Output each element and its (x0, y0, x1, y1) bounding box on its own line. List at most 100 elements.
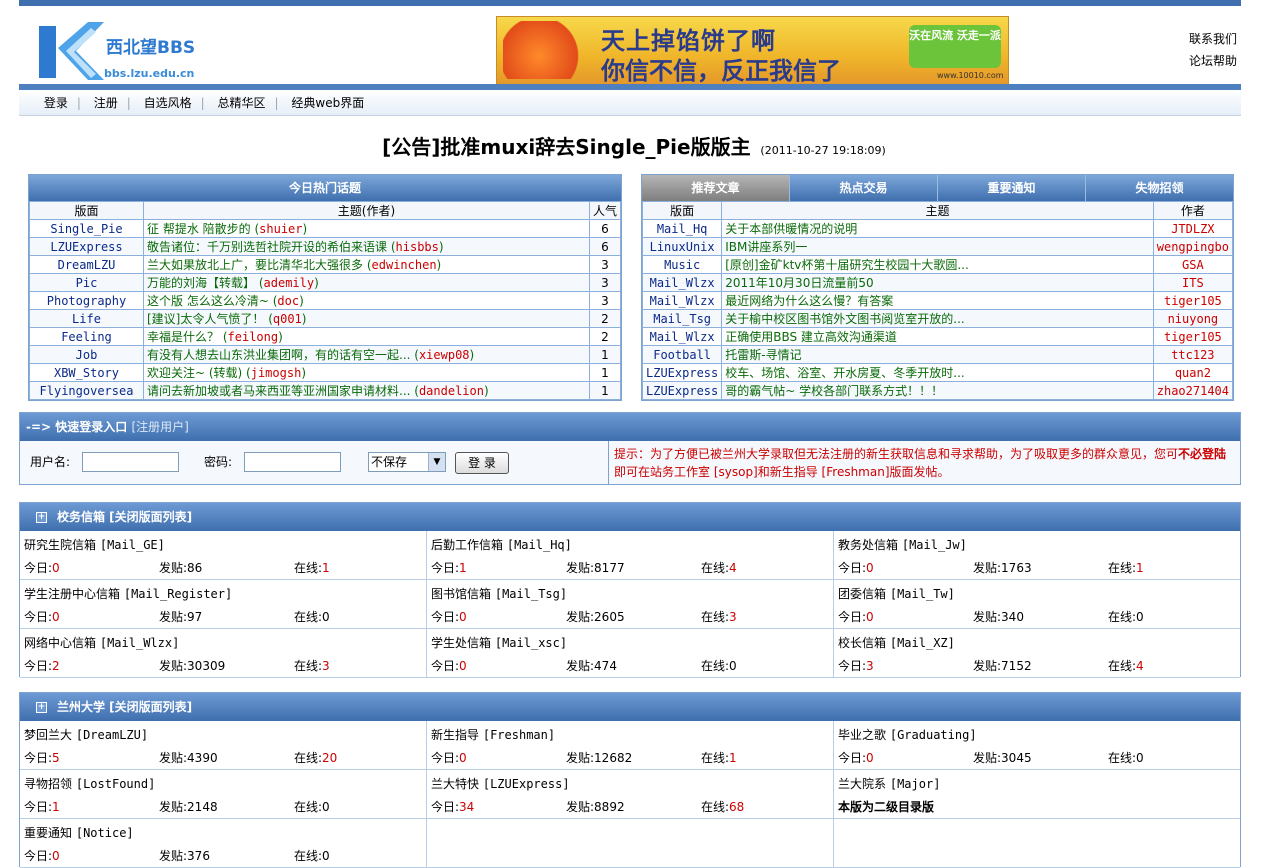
board-link[interactable]: Pic (29, 273, 144, 292)
board-name[interactable]: 兰大院系 [Major] (838, 775, 940, 792)
author-link[interactable]: JTDLZX (1152, 219, 1234, 238)
author-link[interactable]: dandelion (419, 384, 484, 398)
author-link[interactable]: niuyong (1152, 309, 1234, 328)
topic-link[interactable]: IBM讲座系列一 (721, 237, 1154, 256)
topic-link[interactable]: 托雷斯-寻情记 (721, 345, 1154, 364)
board-link[interactable]: Life (29, 309, 144, 328)
topic-link[interactable]: 请问去新加坡或者马来西亚等亚洲国家申请材料... (147, 384, 410, 398)
board-name[interactable]: 网络中心信箱 [Mail_Wlzx] (24, 634, 179, 651)
board-link[interactable]: LZUExpress (641, 381, 723, 400)
tab-trading[interactable]: 热点交易 (790, 175, 938, 201)
author-link[interactable]: tiger105 (1152, 291, 1234, 310)
board-id[interactable]: [Graduating] (890, 728, 977, 742)
section-mailboxes-bar[interactable]: + 校务信箱 [关闭版面列表] (20, 503, 1240, 531)
board-id[interactable]: [Mail_Register] (124, 587, 232, 601)
board-title[interactable]: 图书馆信箱 (431, 587, 491, 601)
topic-link[interactable]: 关于本部供暖情况的说明 (721, 219, 1154, 238)
board-link[interactable]: Photography (29, 291, 144, 310)
board-title[interactable]: 兰大特快 (431, 777, 479, 791)
site-logo[interactable]: 西北望BBS bbs.lzu.edu.cn (36, 18, 226, 84)
board-title[interactable]: 教务处信箱 (838, 538, 898, 552)
tab-lost-found[interactable]: 失物招领 (1086, 175, 1233, 201)
board-id[interactable]: [Mail_Tw] (890, 587, 955, 601)
expand-icon[interactable]: + (36, 512, 47, 523)
board-name[interactable]: 研究生院信箱 [Mail_GE] (24, 536, 165, 553)
board-link[interactable]: Mail_Tsg (641, 309, 723, 328)
topic-link[interactable]: 这个版 怎么这么冷清~ (147, 294, 269, 308)
topic-link[interactable]: 校车、场馆、浴室、开水房夏、冬季开放时... (721, 363, 1154, 382)
board-link[interactable]: LZUExpress (641, 363, 723, 382)
board-link[interactable]: DreamLZU (29, 255, 144, 274)
author-link[interactable]: doc (277, 294, 299, 308)
board-name[interactable]: 图书馆信箱 [Mail_Tsg] (431, 585, 567, 602)
tab-notices[interactable]: 重要通知 (938, 175, 1086, 201)
ad-banner[interactable]: 天上掉馅饼了啊 你信不信，反正我信了 沃在风流 沃走一派 www.10010.c… (496, 16, 1009, 85)
board-id[interactable]: [Major] (890, 777, 941, 791)
board-title[interactable]: 重要通知 (24, 826, 72, 840)
board-id[interactable]: [Freshman] (483, 728, 555, 742)
topic-link[interactable]: [原创]金矿ktv杯第十届研究生校园十大歌圆... (721, 255, 1154, 274)
save-login-select[interactable]: 不保存 ▼ (368, 452, 446, 472)
author-link[interactable]: zhao271404 (1152, 381, 1234, 400)
board-title[interactable]: 毕业之歌 (838, 728, 886, 742)
register-link[interactable]: [注册用户] (131, 420, 188, 434)
board-link[interactable]: XBW_Story (29, 363, 144, 382)
board-link[interactable]: Music (641, 255, 723, 274)
board-name[interactable]: 校长信箱 [Mail_XZ] (838, 634, 955, 651)
announcement-title[interactable]: [公告]批准muxi辞去Single_Pie版版主 (382, 135, 750, 159)
tab-recommended[interactable]: 推荐文章 (642, 175, 790, 201)
board-name[interactable]: 教务处信箱 [Mail_Jw] (838, 536, 967, 553)
author-link[interactable]: q001 (273, 312, 302, 326)
board-link[interactable]: Football (641, 345, 723, 364)
board-id[interactable]: [Mail_GE] (100, 538, 165, 552)
topic-link[interactable]: 哥的霸气帖~ 学校各部门联系方式！！！ (721, 381, 1154, 400)
board-link[interactable]: Mail_Wlzx (641, 273, 723, 292)
topic-link[interactable]: 关于榆中校区图书馆外文图书阅览室开放的... (721, 309, 1154, 328)
board-name[interactable]: 兰大特快 [LZUExpress] (431, 775, 570, 792)
author-link[interactable]: xiewp08 (419, 348, 470, 362)
topic-link[interactable]: 幸福是什么？ (147, 330, 219, 344)
topic-link[interactable]: 兰大如果放北上广，要比清华北大强很多 (147, 258, 363, 272)
board-name[interactable]: 重要通知 [Notice] (24, 824, 134, 841)
board-title[interactable]: 学生处信箱 (431, 636, 491, 650)
board-title[interactable]: 团委信箱 (838, 587, 886, 601)
author-link[interactable]: wengpingbo (1152, 237, 1234, 256)
board-id[interactable]: [Mail_Wlzx] (100, 636, 179, 650)
author-link[interactable]: tiger105 (1152, 327, 1234, 346)
nav-digest[interactable]: 总精华区 (209, 90, 275, 116)
board-name[interactable]: 新生指导 [Freshman] (431, 726, 555, 743)
board-link[interactable]: Single_Pie (29, 219, 144, 238)
board-id[interactable]: [Notice] (76, 826, 134, 840)
board-title[interactable]: 新生指导 (431, 728, 479, 742)
author-link[interactable]: ademily (264, 276, 315, 290)
board-link[interactable]: Mail_Wlzx (641, 327, 723, 346)
author-link[interactable]: hisbbs (396, 240, 439, 254)
board-name[interactable]: 学生注册中心信箱 [Mail_Register] (24, 585, 232, 602)
topic-link[interactable]: 有没有人想去山东洪业集团啊，有的话有空一起... (147, 348, 410, 362)
board-name[interactable]: 梦回兰大 [DreamLZU] (24, 726, 148, 743)
author-link[interactable]: GSA (1152, 255, 1234, 274)
board-title[interactable]: 梦回兰大 (24, 728, 72, 742)
board-id[interactable]: [DreamLZU] (76, 728, 148, 742)
board-id[interactable]: [Mail_xsc] (495, 636, 567, 650)
board-name[interactable]: 寻物招领 [LostFound] (24, 775, 155, 792)
board-link[interactable]: LZUExpress (29, 237, 144, 256)
board-title[interactable]: 学生注册中心信箱 (24, 587, 120, 601)
board-link[interactable]: Job (29, 345, 144, 364)
topic-link[interactable]: 征 帮提水 陪散步的 (147, 222, 251, 236)
board-link[interactable]: Flyingoversea (29, 381, 144, 400)
board-name[interactable]: 毕业之歌 [Graduating] (838, 726, 977, 743)
board-title[interactable]: 研究生院信箱 (24, 538, 96, 552)
board-title[interactable]: 后勤工作信箱 (431, 538, 503, 552)
board-id[interactable]: [LostFound] (76, 777, 155, 791)
board-id[interactable]: [Mail_XZ] (890, 636, 955, 650)
board-id[interactable]: [Mail_Tsg] (495, 587, 567, 601)
board-title[interactable]: 兰大院系 (838, 777, 886, 791)
board-title[interactable]: 校长信箱 (838, 636, 886, 650)
board-name[interactable]: 后勤工作信箱 [Mail_Hq] (431, 536, 572, 553)
topic-link[interactable]: [建议]太令人气愤了！ (147, 312, 264, 326)
author-link[interactable]: ttc123 (1152, 345, 1234, 364)
board-link[interactable]: LinuxUnix (641, 237, 723, 256)
nav-classic-web[interactable]: 经典web界面 (282, 90, 373, 116)
login-button[interactable]: 登 录 (455, 452, 509, 474)
